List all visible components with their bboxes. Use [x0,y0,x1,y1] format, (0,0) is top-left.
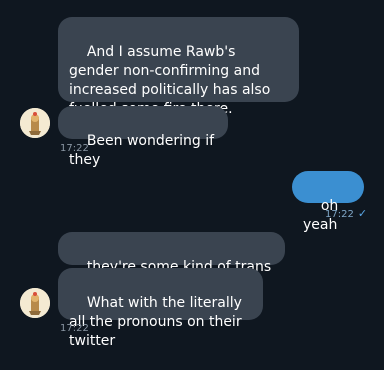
double-check-icon: ✓ [357,207,368,220]
message-timestamp: 17:22 ✓ [325,207,367,220]
message-text: Been wondering if they [69,133,219,168]
chat-window[interactable]: And I assume Rawb's gender non-confirmin… [0,0,384,349]
sender-avatar[interactable] [20,108,50,138]
message-timestamp: 17:22 [60,143,89,154]
incoming-message-bubble[interactable]: they're some kind of trans lately [58,232,285,294]
avatar-icon [20,288,50,318]
avatar-icon [20,108,50,138]
incoming-message-bubble[interactable]: And I assume Rawb's gender non-confirmin… [58,17,299,117]
message-text: What with the literally all the pronouns… [69,295,247,349]
message-time: 17:22 [325,209,354,220]
outgoing-message-bubble[interactable]: oh yeah [292,171,364,233]
message-timestamp: 17:22 [60,323,89,334]
incoming-message-bubble[interactable]: What with the literally all the pronouns… [58,268,263,349]
sender-avatar[interactable] [20,288,50,318]
incoming-message-bubble[interactable]: Been wondering if they [58,106,228,168]
